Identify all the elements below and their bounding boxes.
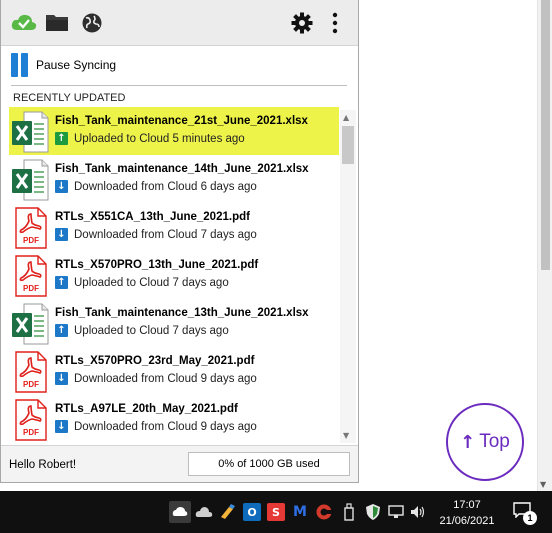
file-sync-status: ↑ Uploaded to Cloud 7 days ago xyxy=(55,324,309,337)
excel-file-icon xyxy=(9,107,55,155)
page-scrollbar[interactable]: ▼ xyxy=(537,0,552,491)
file-sync-status: ↓ Downloaded from Cloud 9 days ago xyxy=(55,420,257,433)
svg-text:PDF: PDF xyxy=(23,380,39,389)
download-arrow-icon: ↓ xyxy=(55,180,68,193)
pdf-file-icon: PDF xyxy=(9,251,55,299)
ccleaner-icon[interactable] xyxy=(315,503,333,521)
arrow-up-icon: ↑ xyxy=(460,431,476,453)
taskbar-clock[interactable]: 17:07 21/06/2021 xyxy=(432,497,502,529)
divider xyxy=(11,85,347,86)
notification-count-badge: 1 xyxy=(523,511,537,525)
pause-icon xyxy=(11,53,28,77)
file-sync-status: ↑ Uploaded to Cloud 7 days ago xyxy=(55,276,258,289)
recent-file-item[interactable]: Fish_Tank_maintenance_13th_June_2021.xls… xyxy=(9,299,339,347)
recent-file-item[interactable]: PDF RTLs_X570PRO_23rd_May_2021.pdf ↓ Downlo… xyxy=(9,347,339,395)
file-name: RTLs_X570PRO_23rd_May_2021.pdf xyxy=(55,355,255,367)
file-sync-status-text: Downloaded from Cloud 9 days ago xyxy=(74,420,257,433)
upload-arrow-icon: ↑ xyxy=(55,276,68,289)
excel-file-icon xyxy=(9,155,55,203)
file-sync-status-text: Downloaded from Cloud 7 days ago xyxy=(74,228,257,241)
gear-icon[interactable] xyxy=(291,12,313,39)
file-list-scrollbar[interactable]: ▲ ▼ xyxy=(340,110,356,443)
onedrive-icon[interactable] xyxy=(195,503,213,521)
panel-header xyxy=(1,0,358,46)
back-to-top-label: Top xyxy=(479,431,510,452)
greeting-text: Hello Robert! xyxy=(9,459,77,471)
recent-file-item[interactable]: Fish_Tank_maintenance_14th_June_2021.xls… xyxy=(9,155,339,203)
file-sync-status-text: Uploaded to Cloud 5 minutes ago xyxy=(74,132,245,145)
app-s-icon[interactable]: S xyxy=(267,503,285,521)
download-arrow-icon: ↓ xyxy=(55,372,68,385)
clock-time: 17:07 xyxy=(453,499,481,511)
recent-file-item[interactable]: PDF RTLs_X551CA_13th_June_2021.pdf ↓ Downlo… xyxy=(9,203,339,251)
back-to-top-button[interactable]: ↑ Top xyxy=(446,403,524,481)
recently-updated-heading: RECENTLY UPDATED xyxy=(13,92,126,104)
page-scroll-down-arrow[interactable]: ▼ xyxy=(540,480,546,489)
file-sync-status: ↓ Downloaded from Cloud 6 days ago xyxy=(55,180,309,193)
upload-arrow-icon: ↑ xyxy=(55,324,68,337)
storage-quota-bar: 0% of 1000 GB used xyxy=(188,452,350,476)
scroll-up-arrow[interactable]: ▲ xyxy=(343,113,349,122)
file-sync-status-text: Uploaded to Cloud 7 days ago xyxy=(74,276,229,289)
file-name: Fish_Tank_maintenance_21st_June_2021.xls… xyxy=(55,115,308,127)
storage-quota-text: 0% of 1000 GB used xyxy=(218,458,320,470)
pdf-file-icon: PDF xyxy=(9,395,55,443)
download-arrow-icon: ↓ xyxy=(55,228,68,241)
panel-footer: Hello Robert! 0% of 1000 GB used xyxy=(1,445,358,482)
paint-icon[interactable] xyxy=(219,503,237,521)
file-sync-status-text: Downloaded from Cloud 9 days ago xyxy=(74,372,257,385)
svg-text:PDF: PDF xyxy=(23,236,39,245)
recent-files-list: Fish_Tank_maintenance_21st_June_2021.xls… xyxy=(9,107,339,444)
globe-icon[interactable] xyxy=(81,12,103,39)
more-options-icon[interactable] xyxy=(331,12,339,39)
recent-file-item[interactable]: PDF RTLs_A97LE_20th_May_2021.pdf ↓ Download… xyxy=(9,395,339,443)
recent-file-item[interactable]: PDF RTLs_X570PRO_13th_June_2021.pdf ↑ Uploa… xyxy=(9,251,339,299)
file-sync-status: ↓ Downloaded from Cloud 7 days ago xyxy=(55,228,257,241)
malwarebytes-icon[interactable]: M xyxy=(291,503,309,521)
cloud-synced-icon[interactable] xyxy=(11,12,37,39)
file-sync-status-text: Uploaded to Cloud 7 days ago xyxy=(74,324,229,337)
svg-text:PDF: PDF xyxy=(23,428,39,437)
excel-file-icon xyxy=(9,299,55,347)
file-name: RTLs_X570PRO_13th_June_2021.pdf xyxy=(55,259,259,271)
pause-syncing-button[interactable]: Pause Syncing xyxy=(11,52,116,78)
cloud-sync-tray-icon[interactable] xyxy=(169,501,191,523)
file-sync-status-text: Downloaded from Cloud 6 days ago xyxy=(74,180,257,193)
taskbar: O S M 17:07 21/06/2021 1 xyxy=(0,491,552,533)
folder-icon[interactable] xyxy=(45,12,69,39)
file-name: RTLs_X551CA_13th_June_2021.pdf xyxy=(55,211,250,223)
page-scrollbar-thumb[interactable] xyxy=(541,0,550,270)
upload-arrow-icon: ↑ xyxy=(55,132,68,145)
file-name: Fish_Tank_maintenance_13th_June_2021.xls… xyxy=(55,307,309,319)
security-shield-icon[interactable] xyxy=(364,503,382,521)
pdf-file-icon: PDF xyxy=(9,347,55,395)
action-center-button[interactable]: 1 xyxy=(513,502,537,525)
pdf-file-icon: PDF xyxy=(9,203,55,251)
volume-icon[interactable] xyxy=(409,503,427,521)
pause-syncing-label: Pause Syncing xyxy=(36,58,117,72)
recent-file-item[interactable]: Fish_Tank_maintenance_21st_June_2021.xls… xyxy=(9,107,339,155)
sync-panel: Pause Syncing RECENTLY UPDATED Fish_Tank… xyxy=(0,0,359,483)
usb-drive-icon[interactable] xyxy=(340,503,358,521)
clock-date: 21/06/2021 xyxy=(439,515,495,527)
scroll-down-arrow[interactable]: ▼ xyxy=(343,431,349,440)
download-arrow-icon: ↓ xyxy=(55,420,68,433)
network-icon[interactable] xyxy=(387,503,405,521)
file-name: RTLs_A97LE_20th_May_2021.pdf xyxy=(55,403,238,415)
svg-text:PDF: PDF xyxy=(23,284,39,293)
file-list-scrollbar-thumb[interactable] xyxy=(342,126,354,164)
file-name: Fish_Tank_maintenance_14th_June_2021.xls… xyxy=(55,163,309,175)
outlook-icon[interactable]: O xyxy=(243,503,261,521)
file-sync-status: ↑ Uploaded to Cloud 5 minutes ago xyxy=(55,132,308,145)
file-sync-status: ↓ Downloaded from Cloud 9 days ago xyxy=(55,372,257,385)
